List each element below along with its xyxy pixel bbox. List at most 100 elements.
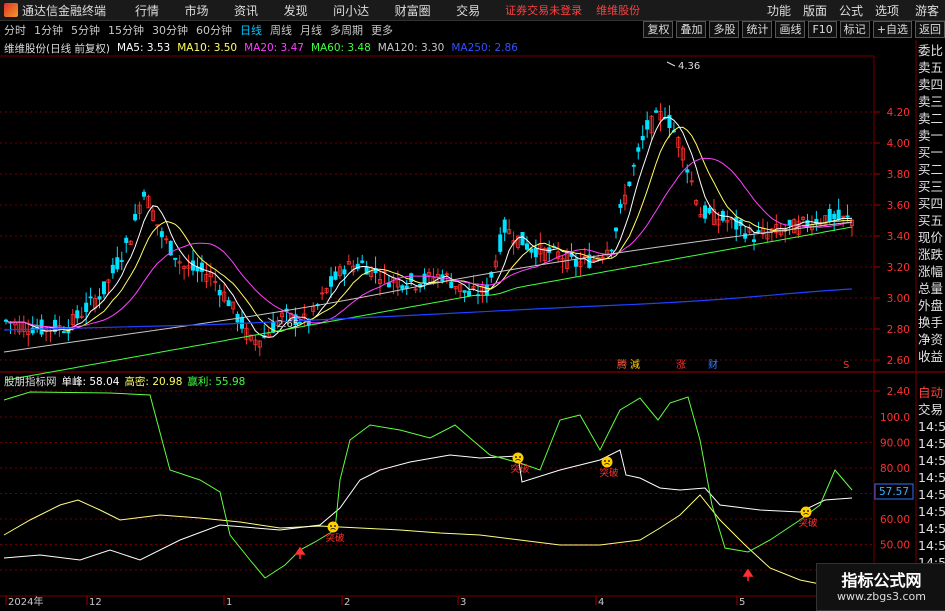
side-label[interactable]: 卖三 (918, 93, 945, 110)
face-eye (604, 460, 606, 462)
candle-body (502, 219, 507, 233)
date-label: 12 (89, 597, 102, 608)
ma250-line (3, 288, 853, 331)
candle-body (333, 271, 338, 280)
face-eye (807, 510, 809, 512)
ind-tick-label: 90.00 (880, 438, 910, 450)
date-label: 2 (344, 597, 350, 608)
candle-body (484, 284, 489, 296)
side-label[interactable]: 买三 (918, 178, 945, 195)
candle-body (636, 147, 641, 152)
candle-body (101, 281, 106, 295)
side-label[interactable]: 现价 (918, 229, 945, 246)
candle-body (645, 120, 650, 130)
candle-body (609, 249, 614, 252)
candle-body (529, 248, 534, 253)
candle-body (787, 219, 792, 226)
current-value: 57.57 (879, 486, 909, 498)
breakthrough-label: 突破 (599, 467, 619, 479)
candle-body (159, 231, 164, 238)
emoji-face-icon (800, 506, 812, 518)
buy-arrow-icon (294, 546, 306, 559)
trade-label[interactable]: 交易 (918, 401, 945, 418)
indicator-gao: 高密: 20.98 (124, 375, 183, 388)
candle-body (827, 208, 832, 222)
side-label[interactable]: 外盘 (918, 297, 945, 314)
face-eye (519, 456, 521, 458)
candle-body (845, 215, 850, 218)
candle-body (110, 264, 115, 274)
side-label[interactable]: 卖四 (918, 76, 945, 93)
candle-body (814, 218, 819, 225)
side-label[interactable]: 卖五 (918, 59, 945, 76)
candle-body (217, 289, 222, 296)
trade-label[interactable]: 14:50 (918, 503, 945, 520)
candle-body (836, 209, 841, 220)
side-label[interactable]: 买五 (918, 212, 945, 229)
side-label[interactable]: 收益 (918, 348, 945, 365)
candle-body (654, 110, 659, 113)
candle-body (498, 234, 503, 252)
trade-label[interactable]: 自动 (918, 384, 945, 401)
ma60-line (5, 226, 853, 381)
candle-body (400, 285, 405, 289)
side-label[interactable]: 换手 (918, 314, 945, 331)
candle-body (640, 135, 645, 141)
side-label[interactable]: 买一 (918, 144, 945, 161)
date-label: 3 (460, 597, 466, 608)
candle-body (226, 300, 231, 307)
trade-side-panel: 自动交易14:5014:5014:5014:5014:5014:5014:501… (918, 384, 945, 588)
side-label[interactable]: 买二 (918, 161, 945, 178)
trade-label[interactable]: 14:50 (918, 452, 945, 469)
side-label[interactable]: 净资 (918, 331, 945, 348)
candle-body (39, 319, 44, 335)
side-label[interactable]: 总量 (918, 280, 945, 297)
candle-body (614, 227, 619, 232)
trade-label[interactable]: 14:50 (918, 435, 945, 452)
trade-label[interactable]: 14:50 (918, 486, 945, 503)
face-eye (803, 510, 805, 512)
candle-body (61, 331, 66, 333)
price-tick-label: 3.40 (887, 231, 910, 243)
candle-body (88, 296, 93, 299)
price-tick-label: 2.80 (887, 324, 910, 336)
trade-label[interactable]: 14:50 (918, 469, 945, 486)
high-price-label: 4.36 (678, 61, 700, 72)
candle-body (449, 281, 454, 289)
event-marker: 腾 (617, 358, 627, 371)
trade-label[interactable]: 14:50 (918, 537, 945, 554)
candle-body (173, 257, 178, 260)
trade-label[interactable]: 14:50 (918, 418, 945, 435)
candle-body (84, 302, 89, 313)
candle-body (329, 276, 334, 287)
event-marker: 涨 (676, 359, 686, 371)
date-label: 5 (739, 597, 745, 608)
candle-body (627, 181, 632, 187)
side-label[interactable]: 涨跌 (918, 246, 945, 263)
indicator-white-line (3, 449, 853, 561)
side-label[interactable]: 卖二 (918, 110, 945, 127)
candle-body (142, 191, 147, 197)
watermark-url: www.zbgs3.com (837, 590, 926, 603)
high-pointer (666, 61, 676, 67)
breakthrough-label: 突破 (325, 532, 345, 544)
indicator-name[interactable]: 股朋指标网 (4, 374, 57, 389)
side-label[interactable]: 买四 (918, 195, 945, 212)
candle-body (52, 319, 57, 332)
price-tick-label: 2.60 (887, 355, 910, 367)
side-label[interactable]: 委比 (918, 42, 945, 59)
side-label[interactable]: 涨幅 (918, 263, 945, 280)
emoji-face-icon (601, 456, 613, 468)
candle-body (75, 310, 80, 319)
candle-body (703, 205, 708, 219)
candle-body (133, 213, 138, 221)
candle-body (573, 259, 578, 267)
kline-chart[interactable]: 4.20 4.00 3.80 3.60 3.40 3.20 3.00 2.80 2.60 2.40… (0, 0, 945, 609)
breakthrough-label: 突破 (798, 517, 818, 529)
face-eye (608, 460, 610, 462)
face-eye (334, 525, 336, 527)
side-label[interactable]: 卖一 (918, 127, 945, 144)
candle-body (422, 273, 427, 284)
face-eye (515, 456, 517, 458)
trade-label[interactable]: 14:50 (918, 520, 945, 537)
